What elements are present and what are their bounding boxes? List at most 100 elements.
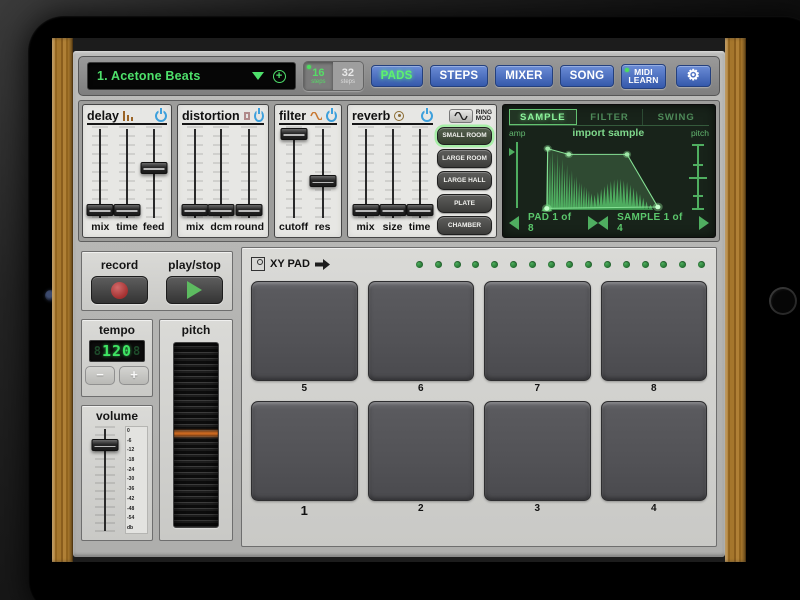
drum-pad-8[interactable]: [601, 281, 708, 381]
import-sample-button[interactable]: import sample: [526, 127, 691, 139]
nav-pads-button[interactable]: PADS: [371, 65, 423, 87]
pad-number-8: 8: [601, 381, 708, 395]
pad-prev-icon[interactable]: [509, 216, 519, 230]
drum-pad-6[interactable]: [368, 281, 475, 381]
waveform-view[interactable]: [525, 140, 687, 212]
tab-sample[interactable]: SAMPLE: [509, 109, 577, 125]
step-dot[interactable]: [472, 261, 479, 268]
reverb-preset-large-hall[interactable]: LARGE HALL: [437, 171, 492, 190]
sample-next-icon[interactable]: [699, 216, 709, 230]
volume-slider[interactable]: [88, 426, 122, 534]
distortion-dcm-slider[interactable]: [208, 126, 234, 221]
pads-panel: XY PAD 5 6 7 8 1 2 3 4: [241, 247, 717, 547]
reverb-preset-small-room[interactable]: SMALL ROOM: [437, 127, 492, 146]
drum-pad-2[interactable]: [368, 401, 475, 501]
step-dot[interactable]: [491, 261, 498, 268]
reverb-time-slider[interactable]: [406, 126, 433, 221]
tempo-plus-button[interactable]: +: [119, 366, 149, 385]
filter-res-slider[interactable]: [308, 126, 337, 221]
midi-learn-line2: LEARN: [628, 76, 658, 85]
filter-cutoff-handle[interactable]: [280, 128, 307, 140]
xy-pad-button[interactable]: XY PAD: [270, 258, 310, 270]
reverb-icon: [394, 111, 404, 121]
step-dot[interactable]: [435, 261, 442, 268]
nav-midi-learn-button[interactable]: MIDI LEARN: [621, 64, 665, 89]
step-dot[interactable]: [510, 261, 517, 268]
pitch-range-slider[interactable]: [687, 140, 709, 212]
reverb-preset-plate[interactable]: PLATE: [437, 194, 492, 213]
delay-mix-slider[interactable]: [87, 126, 114, 221]
tab-swing[interactable]: SWING: [643, 109, 709, 125]
delay-mix-handle[interactable]: [87, 204, 114, 216]
ring-mod-button[interactable]: [449, 109, 473, 123]
filter-res-handle[interactable]: [309, 175, 336, 187]
step-dot[interactable]: [566, 261, 573, 268]
delay-feed-slider[interactable]: [140, 126, 167, 221]
delay-time-slider[interactable]: [114, 126, 141, 221]
reverb-mix-handle[interactable]: [352, 204, 379, 216]
amp-slider[interactable]: [509, 140, 525, 212]
distortion-round-handle[interactable]: [236, 204, 263, 216]
amp-label: amp: [509, 128, 526, 138]
distortion-mix-handle[interactable]: [182, 204, 209, 216]
nav-steps-button[interactable]: STEPS: [430, 65, 489, 87]
step-dot[interactable]: [416, 261, 423, 268]
drum-pad-5[interactable]: [251, 281, 358, 381]
steps-32-sub: steps: [341, 79, 355, 85]
step-dot[interactable]: [585, 261, 592, 268]
tempo-minus-button[interactable]: −: [85, 366, 115, 385]
step-dot[interactable]: [454, 261, 461, 268]
reverb-header: reverb: [352, 108, 433, 125]
settings-button[interactable]: ⚙: [676, 65, 711, 87]
reverb-time-handle[interactable]: [406, 204, 433, 216]
step-dot[interactable]: [604, 261, 611, 268]
app-screen: 1. Acetone Beats + 16 steps 32 steps PAD…: [52, 38, 746, 562]
add-preset-icon[interactable]: +: [273, 70, 286, 83]
sample-prev-icon[interactable]: [598, 216, 608, 230]
drum-pad-1[interactable]: [251, 401, 358, 501]
home-button[interactable]: [769, 287, 797, 315]
pad-next-icon[interactable]: [588, 216, 598, 230]
steps-16-button[interactable]: 16 steps: [304, 62, 333, 90]
reverb-preset-large-room[interactable]: LARGE ROOM: [437, 149, 492, 168]
distortion-round-slider[interactable]: [234, 126, 264, 221]
step-dot[interactable]: [548, 261, 555, 268]
delay-sliders: mix time feed: [87, 126, 167, 235]
filter-power-button[interactable]: [326, 110, 337, 122]
reverb-mix-slider[interactable]: [352, 126, 379, 221]
drum-pad-4[interactable]: [601, 401, 708, 501]
step-dot[interactable]: [529, 261, 536, 268]
nav-mixer-button[interactable]: MIXER: [495, 65, 552, 87]
amp-marker-icon[interactable]: [509, 148, 515, 156]
step-dot[interactable]: [679, 261, 686, 268]
step-dot[interactable]: [642, 261, 649, 268]
drum-pad-7[interactable]: [484, 281, 591, 381]
distortion-power-button[interactable]: [254, 110, 264, 122]
step-dot[interactable]: [660, 261, 667, 268]
pitch-wheel[interactable]: [173, 342, 219, 528]
record-button[interactable]: [91, 276, 148, 304]
play-stop-button[interactable]: [166, 276, 223, 304]
drum-pad-3[interactable]: [484, 401, 591, 501]
nav-song-button[interactable]: SONG: [560, 65, 615, 87]
preset-selector[interactable]: 1. Acetone Beats +: [87, 62, 296, 90]
delay-feed-handle[interactable]: [140, 162, 167, 174]
tab-filter[interactable]: FILTER: [577, 109, 644, 125]
delay-time-handle[interactable]: [114, 204, 141, 216]
preset-dropdown-icon[interactable]: [252, 72, 264, 80]
filter-cutoff-slider[interactable]: [279, 126, 308, 221]
reverb-preset-chamber[interactable]: CHAMBER: [437, 216, 492, 235]
reverb-size-slider[interactable]: [379, 126, 406, 221]
step-dot[interactable]: [623, 261, 630, 268]
reverb-size-handle[interactable]: [379, 204, 406, 216]
volume-handle[interactable]: [92, 439, 119, 451]
steps-32-number: 32: [342, 68, 354, 79]
step-dot[interactable]: [698, 261, 705, 268]
delay-power-button[interactable]: [155, 110, 167, 122]
distortion-mix-slider[interactable]: [182, 126, 208, 221]
pad-number-5: 5: [251, 381, 358, 395]
steps-32-button[interactable]: 32 steps: [333, 62, 362, 90]
reverb-power-button[interactable]: [421, 110, 433, 122]
distortion-dcm-handle[interactable]: [208, 204, 235, 216]
tempo-value: 120: [102, 342, 132, 360]
